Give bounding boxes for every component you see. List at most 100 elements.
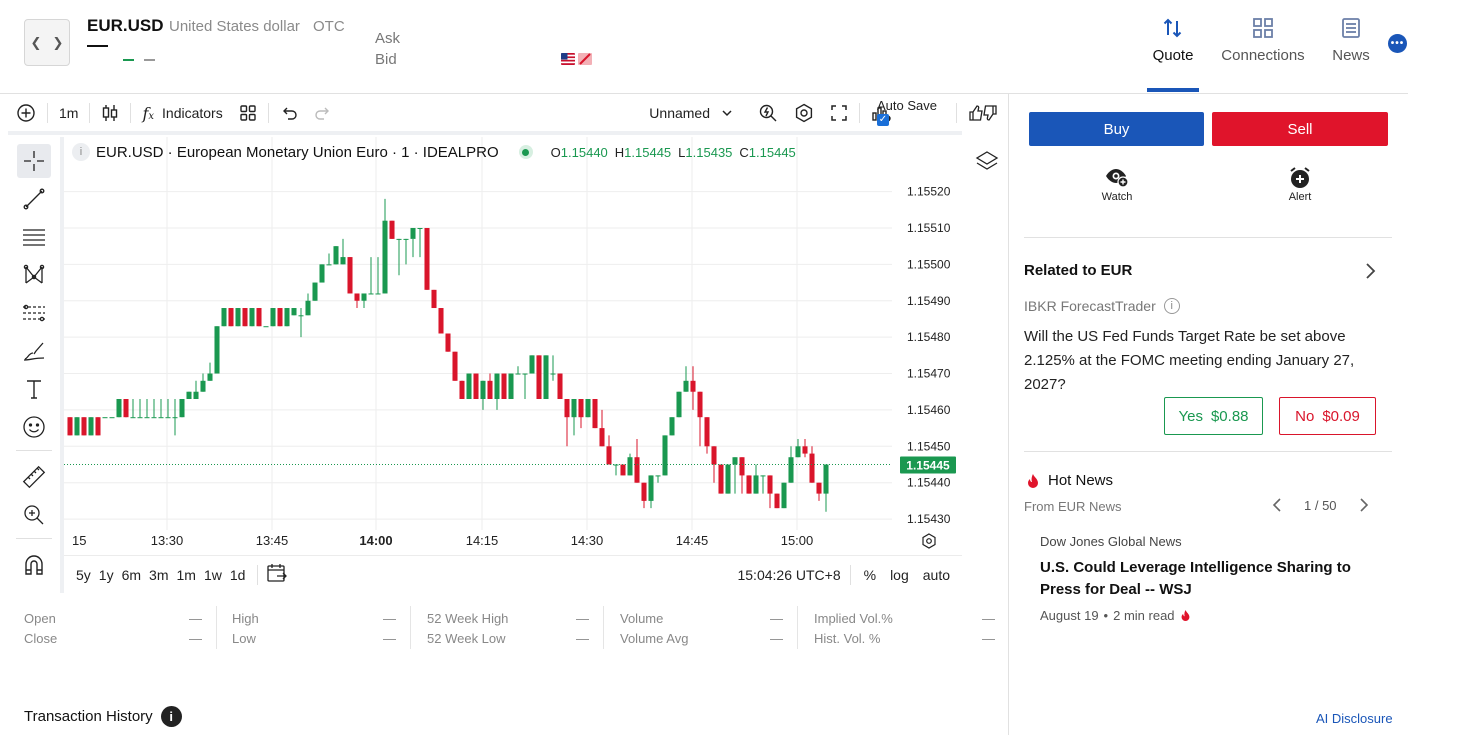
range-5y[interactable]: 5y [72, 567, 95, 583]
info-filled-icon[interactable]: i [160, 706, 182, 727]
text-tool[interactable] [17, 372, 51, 406]
range-1y[interactable]: 1y [95, 567, 118, 583]
watch-button[interactable]: Watch [1087, 165, 1147, 203]
lightning-search-icon [759, 104, 777, 122]
fullscreen-button[interactable] [822, 98, 856, 128]
candle-body [585, 399, 591, 418]
newspaper-icon [1328, 14, 1374, 42]
interval-button[interactable]: 1m [51, 98, 86, 128]
x-tick-label: 13:45 [256, 533, 289, 548]
indicators-button[interactable]: fx Indicators [134, 98, 230, 128]
candle-body [515, 373, 521, 375]
change-placeholder [123, 59, 134, 61]
smiley-icon [23, 416, 45, 438]
chevron-left-icon[interactable] [1272, 497, 1282, 513]
layers-icon [975, 151, 999, 170]
ai-disclosure-link[interactable]: AI Disclosure [1316, 711, 1393, 726]
auto-save-checkbox[interactable]: ✓ [877, 114, 889, 126]
symbol-title: EUR.USD [87, 16, 164, 35]
redo-button[interactable] [306, 98, 340, 128]
flame-icon [1028, 473, 1038, 488]
zoom-tool[interactable] [17, 498, 51, 532]
candle-body [382, 220, 388, 294]
candle-body [634, 457, 640, 483]
percent-scale-toggle[interactable]: % [860, 567, 880, 583]
yes-button[interactable]: Yes $0.88 [1164, 397, 1263, 435]
hot-news-title: Hot News [1026, 472, 1113, 489]
buy-button[interactable]: Buy [1029, 112, 1204, 146]
candle-body [242, 308, 248, 327]
layout-select[interactable]: Unnamed [641, 98, 750, 128]
templates-button[interactable] [231, 98, 265, 128]
axis-settings-icon[interactable] [922, 533, 936, 549]
layers-button[interactable] [975, 150, 999, 177]
candle-body [781, 482, 787, 509]
auto-scale-toggle[interactable]: auto [919, 567, 954, 583]
quick-search-button[interactable] [750, 98, 786, 128]
measure-tool[interactable] [17, 460, 51, 494]
add-symbol-button[interactable] [8, 98, 44, 128]
price-chart[interactable]: 1.15520 1.15510 1.15500 1.15490 1.15480 1.154… [64, 137, 962, 555]
candle-body [501, 373, 507, 399]
magnet-tool[interactable] [17, 548, 51, 582]
feedback-button[interactable] [960, 98, 1006, 128]
candle-body [130, 417, 136, 419]
candle-body [333, 246, 339, 265]
news-read-time: 2 min read [1113, 608, 1175, 623]
change-pct-placeholder [144, 59, 155, 61]
fib-levels-icon [23, 304, 45, 322]
candle-body [291, 308, 297, 316]
info-icon[interactable]: i [72, 143, 90, 161]
candle-body [403, 238, 409, 240]
brush-tool[interactable] [17, 334, 51, 368]
candle-body [396, 238, 402, 240]
chart-type-button[interactable] [93, 98, 127, 128]
candle-body [256, 308, 262, 327]
toolbar-separator [89, 103, 91, 123]
range-1d[interactable]: 1d [226, 567, 250, 583]
range-6m[interactable]: 6m [118, 567, 145, 583]
chevron-right-icon[interactable] [1364, 262, 1376, 285]
range-1w[interactable]: 1w [200, 567, 226, 583]
horizontal-lines-tool[interactable] [17, 220, 51, 254]
pattern-tool[interactable] [17, 258, 51, 292]
log-scale-toggle[interactable]: log [886, 567, 913, 583]
auto-save-toggle[interactable]: Auto Save ✓ [877, 98, 937, 126]
chart-canvas[interactable]: 1.15520 1.15510 1.15500 1.15490 1.15480 1.154… [64, 137, 962, 555]
chart-toolbar: 1m fx Indicators Unnamed [8, 95, 1006, 131]
more-options-icon[interactable]: ••• [1388, 34, 1407, 53]
goto-date-button[interactable] [266, 563, 288, 586]
candle-body [606, 446, 612, 465]
fib-tool[interactable] [17, 296, 51, 330]
candle-body [746, 475, 752, 494]
candle-body [389, 220, 395, 239]
tab-connections[interactable]: Connections [1217, 14, 1309, 64]
range-1m[interactable]: 1m [173, 567, 200, 583]
candle-body [571, 399, 577, 418]
related-title: Related to EUR [1024, 262, 1133, 279]
emoji-tool[interactable] [17, 410, 51, 444]
candle-body [648, 475, 654, 501]
open-key: O [550, 144, 561, 160]
candle-body [774, 493, 780, 509]
news-headline[interactable]: U.S. Could Leverage Intelligence Sharing… [1040, 557, 1370, 601]
active-tab-indicator [1147, 88, 1199, 92]
transaction-history-header[interactable]: Transaction History i [24, 706, 182, 727]
tab-news[interactable]: News [1328, 14, 1374, 64]
chevron-right-icon[interactable] [1359, 497, 1369, 513]
tab-quote[interactable]: Quote [1147, 14, 1199, 64]
crosshair-tool[interactable] [17, 144, 51, 178]
info-icon[interactable]: i [1163, 298, 1180, 314]
range-3m[interactable]: 3m [145, 567, 172, 583]
no-button[interactable]: No $0.09 [1279, 397, 1376, 435]
forward-chevron-icon[interactable]: ❯ [53, 35, 64, 51]
forecast-question[interactable]: Will the US Fed Funds Target Rate be set… [1024, 325, 1382, 397]
trend-line-tool[interactable] [17, 182, 51, 216]
chart-legend-title: EUR.USD · European Monetary Union Euro ·… [96, 143, 499, 161]
undo-button[interactable] [272, 98, 306, 128]
gear-icon [795, 103, 813, 123]
sell-button[interactable]: Sell [1212, 112, 1388, 146]
alert-button[interactable]: Alert [1270, 165, 1330, 203]
back-chevron-icon[interactable]: ❮ [31, 35, 42, 51]
settings-button[interactable] [786, 98, 822, 128]
